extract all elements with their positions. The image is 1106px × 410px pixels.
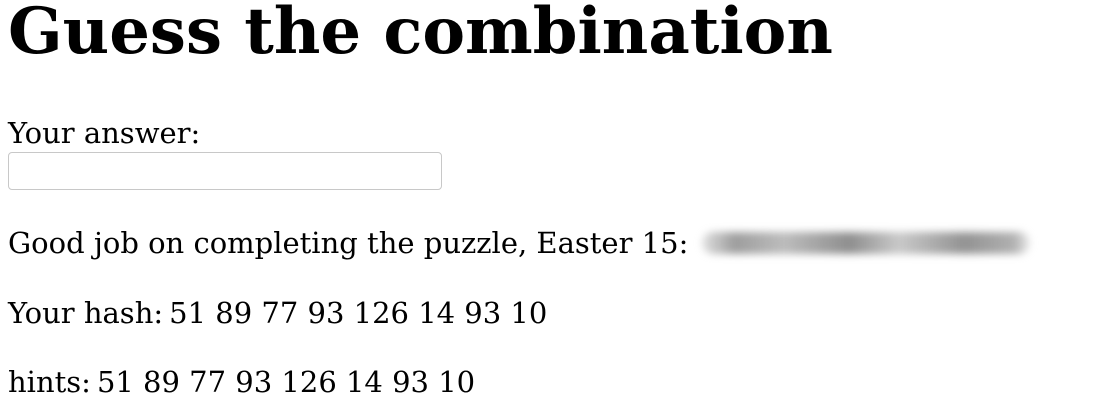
hash-value: 51 89 77 93 126 14 93 10 [169, 296, 548, 330]
hints-value: 51 89 77 93 126 14 93 10 [96, 365, 476, 399]
hash-label: Your hash: [8, 296, 164, 330]
redacted-secret [698, 226, 1030, 260]
page-title: Guess the combination [8, 0, 833, 69]
hints-line: hints: 51 89 77 93 126 14 93 10 [8, 365, 475, 399]
completion-message: Good job on completing the puzzle, Easte… [8, 226, 1030, 260]
answer-input[interactable] [8, 152, 442, 190]
answer-label: Your answer: [8, 116, 201, 150]
completion-text: Good job on completing the puzzle, Easte… [8, 226, 689, 260]
hints-label: hints: [8, 365, 91, 399]
hash-line: Your hash: 51 89 77 93 126 14 93 10 [8, 296, 547, 330]
